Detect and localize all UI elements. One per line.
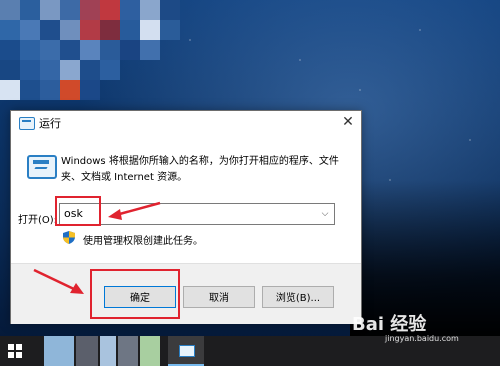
open-label: 打开(O): [18, 215, 58, 226]
baidu-watermark: Bai 经验 [352, 314, 427, 335]
dialog-title: 运行 [39, 117, 61, 130]
run-dialog-icon [19, 117, 35, 130]
taskbar-tile[interactable] [140, 336, 160, 366]
windows-start-icon[interactable] [8, 344, 22, 358]
dialog-description: Windows 将根据你所输入的名称，为你打开相应的程序、文件夹、文档或 Int… [61, 156, 339, 183]
taskbar-tile[interactable] [118, 336, 138, 366]
pixelated-region [0, 0, 200, 110]
dialog-footer: 确定 取消 浏览(B)... [11, 263, 361, 324]
run-dialog: 运行 ✕ Windows 将根据你所输入的名称，为你打开相应的程序、文件夹、文档… [10, 110, 362, 324]
admin-note: 使用管理权限创建此任务。 [83, 236, 203, 247]
taskbar-run-button[interactable] [168, 336, 204, 366]
input-highlight-box [55, 196, 101, 226]
close-icon[interactable]: ✕ [339, 113, 357, 131]
cancel-button[interactable]: 取消 [183, 286, 255, 308]
run-taskbar-icon [179, 345, 195, 357]
ok-button[interactable]: 确定 [104, 286, 176, 308]
uac-shield-icon [63, 231, 75, 244]
run-program-icon [27, 155, 57, 179]
watermark-url: jingyan.baidu.com [385, 334, 459, 343]
chevron-down-icon[interactable]: ⌵ [318, 206, 332, 222]
browse-button[interactable]: 浏览(B)... [262, 286, 334, 308]
taskbar-tile[interactable] [76, 336, 98, 366]
taskbar-tile[interactable] [44, 336, 74, 366]
title-bar[interactable]: 运行 ✕ [11, 111, 361, 135]
taskbar-tile[interactable] [100, 336, 116, 366]
